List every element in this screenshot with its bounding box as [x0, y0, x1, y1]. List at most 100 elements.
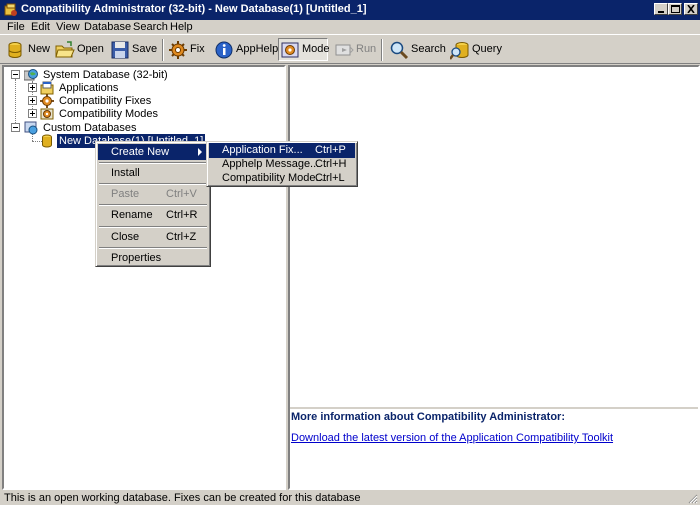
menu-help[interactable]: Help — [167, 20, 196, 34]
submenu-arrow-icon — [198, 148, 202, 156]
menu-item-label: Compatibility Mode... — [222, 172, 325, 184]
minimize-button[interactable] — [654, 3, 668, 15]
menu-separator — [99, 226, 207, 228]
context-menu: Create New Install Paste Ctrl+V Rename C… — [95, 141, 211, 267]
save-label: Save — [132, 43, 158, 55]
menu-item-shortcut: Ctrl+R — [166, 209, 198, 221]
info-title: More information about Compatibility Adm… — [291, 411, 565, 423]
menu-item-label: Create New — [111, 146, 170, 158]
app-icon — [4, 3, 17, 16]
minimize-icon — [658, 11, 664, 13]
menu-item-label: Close — [111, 231, 140, 243]
menu-item-close[interactable]: Close Ctrl+Z — [98, 229, 208, 245]
save-floppy-icon — [111, 41, 129, 59]
menu-item-compatibility-mode[interactable]: Compatibility Mode... Ctrl+L — [209, 171, 355, 185]
save-button[interactable]: Save — [110, 38, 158, 61]
tree-node-label: Custom Databases — [43, 122, 137, 134]
maximize-button[interactable] — [668, 3, 682, 15]
open-folder-icon — [55, 41, 75, 58]
open-button[interactable]: Open — [55, 38, 104, 61]
resize-grip-icon[interactable] — [687, 493, 698, 504]
globe-database-icon — [24, 69, 38, 81]
menu-item-label: Properties — [111, 252, 162, 264]
menu-item-label: Paste — [111, 188, 140, 200]
tree-expand-toggle[interactable] — [28, 83, 37, 92]
menu-item-apphelp-message[interactable]: Apphelp Message... Ctrl+H — [209, 157, 355, 171]
menu-item-shortcut: Ctrl+L — [315, 172, 345, 184]
tree-line — [15, 79, 17, 129]
tree-collapse-toggle[interactable] — [11, 123, 20, 132]
tree-node-label: System Database (32-bit) — [43, 69, 168, 81]
menu-item-install[interactable]: Install — [98, 165, 208, 181]
menu-item-create-new[interactable]: Create New — [98, 144, 208, 160]
database-tree[interactable]: System Database (32-bit) Applications Co… — [2, 65, 286, 490]
toolbar: New Open Save Fix AppHelp Mode Run Searc… — [0, 34, 700, 64]
tree-node-label: Compatibility Fixes — [59, 95, 152, 107]
modes-icon — [40, 108, 54, 120]
fix-gear-icon — [169, 41, 187, 59]
tree-expand-toggle[interactable] — [28, 109, 37, 118]
menu-item-label: Rename — [111, 209, 153, 221]
menu-item-shortcut: Ctrl+Z — [166, 231, 197, 243]
search-label: Search — [411, 43, 446, 55]
menu-item-shortcut: Ctrl+V — [166, 188, 197, 200]
custom-databases-icon — [24, 121, 38, 135]
new-database-icon — [8, 42, 22, 58]
new-label: New — [28, 43, 51, 55]
mode-gear-icon — [281, 42, 299, 58]
menu-edit[interactable]: Edit — [28, 20, 53, 34]
database-icon — [42, 134, 52, 148]
menu-item-shortcut: Ctrl+H — [315, 158, 347, 170]
menu-separator — [99, 183, 207, 185]
menu-item-paste[interactable]: Paste Ctrl+V — [98, 186, 208, 202]
apphelp-button[interactable]: AppHelp — [214, 38, 278, 61]
menu-separator — [99, 162, 207, 164]
menu-item-label: Application Fix... — [222, 144, 303, 156]
fix-button[interactable]: Fix — [168, 38, 208, 61]
download-toolkit-link[interactable]: Download the latest version of the Appli… — [291, 432, 613, 444]
toolbar-separator — [381, 39, 383, 61]
details-pane[interactable]: More information about Compatibility Adm… — [288, 65, 700, 490]
menu-item-properties[interactable]: Properties — [98, 250, 208, 266]
toolbar-separator — [162, 39, 164, 61]
open-label: Open — [77, 43, 104, 55]
close-button[interactable] — [684, 3, 698, 15]
status-bar: This is an open working database. Fixes … — [0, 491, 700, 505]
tree-expand-toggle[interactable] — [28, 96, 37, 105]
title-bar[interactable]: Compatibility Administrator (32-bit) - N… — [0, 0, 700, 20]
menu-item-shortcut: Ctrl+P — [315, 144, 346, 156]
status-text: This is an open working database. Fixes … — [4, 492, 361, 504]
query-label: Query — [472, 43, 502, 55]
create-new-submenu: Application Fix... Ctrl+P Apphelp Messag… — [206, 141, 358, 187]
info-panel: More information about Compatibility Adm… — [290, 407, 698, 490]
applications-folder-icon — [40, 81, 54, 95]
new-button[interactable]: New — [6, 38, 50, 61]
mode-label: Mode — [302, 43, 330, 55]
menu-file[interactable]: File — [4, 20, 28, 34]
fix-label: Fix — [190, 43, 205, 55]
info-icon — [215, 41, 233, 59]
mode-button[interactable]: Mode — [278, 38, 330, 61]
run-label: Run — [356, 43, 377, 55]
menu-database[interactable]: Database — [81, 20, 134, 34]
tree-node-label: Applications — [59, 82, 119, 94]
menu-separator — [99, 247, 207, 249]
query-button[interactable]: Query — [450, 38, 502, 61]
menu-search[interactable]: Search — [130, 20, 171, 34]
tree-collapse-toggle[interactable] — [11, 70, 20, 79]
close-icon — [687, 5, 695, 13]
search-button[interactable]: Search — [389, 38, 446, 61]
fixes-gear-icon — [40, 94, 54, 108]
menu-item-rename[interactable]: Rename Ctrl+R — [98, 207, 208, 223]
tree-line — [32, 134, 34, 141]
menu-view[interactable]: View — [53, 20, 83, 34]
query-icon — [450, 42, 469, 60]
search-icon — [390, 41, 409, 60]
window-title: Compatibility Administrator (32-bit) - N… — [21, 3, 367, 15]
tree-node-label: Compatibility Modes — [59, 108, 159, 120]
maximize-icon — [671, 5, 680, 13]
apphelp-label: AppHelp — [236, 43, 279, 55]
run-icon — [335, 44, 354, 56]
run-button[interactable]: Run — [334, 38, 376, 61]
menu-item-application-fix[interactable]: Application Fix... Ctrl+P — [209, 143, 355, 158]
